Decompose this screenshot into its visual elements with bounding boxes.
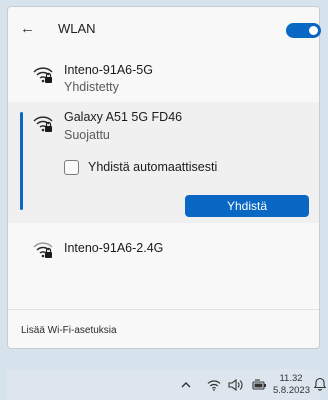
battery-icon[interactable]: [250, 369, 268, 400]
clock-time: 11.32: [279, 373, 303, 384]
wifi-toggle[interactable]: [286, 23, 321, 38]
clock[interactable]: 11.32 5.8.2023: [273, 373, 310, 397]
wifi-secured-icon: [33, 67, 53, 83]
wifi-secured-icon: [33, 116, 53, 132]
toggle-knob: [309, 26, 318, 35]
flyout-footer: Lisää Wi-Fi-asetuksia: [8, 309, 319, 350]
network-item-galaxy-a51[interactable]: Galaxy A51 5G FD46 Suojattu Yhdistä auto…: [8, 102, 319, 223]
wifi-flyout: ← WLAN Inteno-91A6-5G Yhdistetty Galaxy …: [7, 6, 321, 350]
back-arrow-icon[interactable]: ←: [20, 20, 38, 38]
notification-icon[interactable]: [313, 377, 327, 391]
more-wifi-settings-link[interactable]: Lisää Wi-Fi-asetuksia: [21, 325, 117, 336]
flyout-header: ← WLAN: [8, 7, 321, 51]
network-name: Galaxy A51 5G FD46: [64, 110, 183, 124]
clock-date: 5.8.2023: [273, 385, 310, 396]
chevron-up-icon[interactable]: [179, 369, 193, 400]
network-status: Suojattu: [64, 128, 110, 142]
wifi-icon[interactable]: [206, 369, 222, 400]
wifi-secured-icon: [33, 242, 53, 258]
page-title: WLAN: [58, 21, 96, 36]
auto-connect-label: Yhdistä automaattisesti: [88, 160, 218, 174]
network-item-inteno-2-4g[interactable]: Inteno-91A6-2.4G: [8, 232, 319, 266]
network-name: Inteno-91A6-5G: [64, 63, 153, 77]
connect-button[interactable]: Yhdistä: [185, 195, 309, 217]
taskbar: 11.32 5.8.2023: [7, 369, 327, 400]
network-item-inteno-5g[interactable]: Inteno-91A6-5G Yhdistetty: [8, 55, 319, 99]
network-status: Yhdistetty: [64, 80, 119, 94]
volume-icon[interactable]: [226, 369, 246, 400]
network-name: Inteno-91A6-2.4G: [64, 241, 164, 255]
selection-indicator: [20, 112, 23, 210]
checkbox-box[interactable]: [64, 160, 79, 175]
